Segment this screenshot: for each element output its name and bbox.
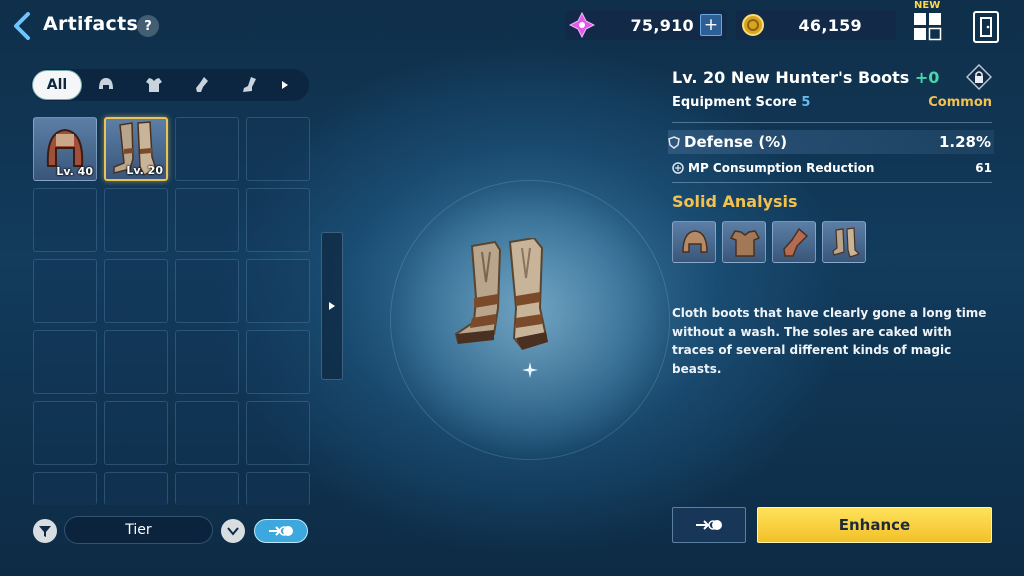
gem-amount: 75,910: [630, 15, 694, 35]
quick-enhance-button[interactable]: [672, 507, 746, 543]
inventory-empty-slot[interactable]: [246, 472, 310, 505]
panel-collapse-handle[interactable]: [321, 232, 343, 380]
inventory-empty-slot[interactable]: [33, 259, 97, 323]
filter-button[interactable]: [33, 519, 57, 543]
inventory-empty-slot[interactable]: [33, 188, 97, 252]
add-gems-button[interactable]: +: [700, 14, 722, 36]
inventory-item-slot[interactable]: Lv. 40: [33, 117, 97, 181]
sort-order-button[interactable]: [221, 519, 245, 543]
inventory-empty-slot[interactable]: [175, 259, 239, 323]
gold-coin-icon: [738, 10, 768, 40]
menu-grid-button[interactable]: [913, 12, 943, 42]
inventory-empty-slot[interactable]: [175, 401, 239, 465]
filter-gloves-tab[interactable]: [178, 70, 226, 100]
boots-illustration: [450, 236, 560, 354]
gloves-icon: [783, 227, 809, 257]
inventory-empty-slot[interactable]: [104, 188, 168, 252]
inventory-empty-slot[interactable]: [175, 188, 239, 252]
help-button[interactable]: ?: [137, 15, 159, 37]
inventory-item-slot[interactable]: Lv. 20: [104, 117, 168, 181]
inventory-empty-slot[interactable]: [104, 401, 168, 465]
filter-all-tab[interactable]: All: [32, 70, 82, 100]
inventory-empty-slot[interactable]: [33, 401, 97, 465]
mana-icon: [672, 162, 684, 174]
category-filter-bar: All: [31, 69, 309, 101]
chevron-down-icon: [227, 527, 239, 536]
arrow-coins-icon: [696, 520, 722, 530]
funnel-icon: [39, 526, 51, 537]
sub-stat-row: MP Consumption Reduction 61: [672, 158, 992, 178]
main-stat-row: Defense (%) 1.28%: [668, 130, 994, 154]
armor-icon: [729, 230, 761, 257]
filter-armor-tab[interactable]: [130, 70, 178, 100]
page-title: Artifacts: [43, 13, 139, 35]
analysis-gloves-slot[interactable]: [772, 221, 816, 263]
inventory-empty-slot[interactable]: [246, 188, 310, 252]
chevron-left-icon: [14, 12, 30, 40]
armor-icon: [146, 78, 162, 92]
gold-amount: 46,159: [798, 15, 862, 35]
item-title: Lv. 20 New Hunter's Boots +0: [672, 68, 939, 87]
equipment-score-label: Equipment Score: [672, 95, 797, 110]
exit-button[interactable]: [973, 11, 999, 43]
analysis-boots-slot[interactable]: [822, 221, 866, 263]
grid-icon: [914, 13, 942, 41]
divider: [672, 182, 992, 183]
inventory-empty-slot[interactable]: [246, 117, 310, 181]
main-stat-label: Defense (%): [684, 133, 788, 151]
item-description: Cloth boots that have clearly gone a lon…: [672, 306, 987, 376]
inventory-empty-slot[interactable]: [175, 472, 239, 505]
helmet-icon: [682, 230, 708, 253]
item-level: Lv. 20: [672, 68, 726, 87]
inventory-empty-slot[interactable]: [104, 330, 168, 394]
sparkle-icon: [522, 362, 538, 382]
boots-icon: [243, 77, 256, 92]
divider: [672, 122, 992, 123]
door-icon: [980, 17, 992, 37]
filter-helmet-tab[interactable]: [82, 70, 130, 100]
rarity-label: Common: [928, 95, 992, 110]
play-arrow-icon: [329, 302, 335, 310]
back-button[interactable]: [10, 11, 36, 41]
item-enhance-level: +0: [914, 68, 940, 87]
sort-tier-dropdown[interactable]: Tier: [64, 516, 213, 544]
filter-more-button[interactable]: [274, 80, 296, 90]
boots-icon: [832, 227, 861, 258]
analysis-armor-slot[interactable]: [722, 221, 766, 263]
helmet-icon: [99, 78, 113, 89]
inventory-empty-slot[interactable]: [104, 472, 168, 505]
inventory-empty-slot[interactable]: [33, 472, 97, 505]
play-arrow-icon: [282, 81, 288, 89]
quick-select-toggle[interactable]: [254, 519, 308, 543]
lock-button[interactable]: [965, 63, 993, 91]
analysis-helmet-slot[interactable]: [672, 221, 716, 263]
inventory-empty-slot[interactable]: [33, 330, 97, 394]
gem-currency: 75,910 +: [565, 10, 727, 40]
item-level-label: Lv. 40: [56, 165, 93, 178]
sub-stat-value: 61: [975, 161, 992, 175]
analysis-title: Solid Analysis: [672, 192, 798, 211]
inventory-empty-slot[interactable]: [246, 330, 310, 394]
inventory-empty-slot[interactable]: [175, 330, 239, 394]
gold-currency: 46,159: [736, 10, 896, 40]
item-name: New Hunter's Boots: [730, 68, 910, 87]
lock-icon: [965, 63, 993, 91]
gem-icon: [567, 10, 597, 40]
main-stat-value: 1.28%: [938, 133, 991, 151]
item-level-label: Lv. 20: [126, 164, 163, 177]
sub-stat-label: MP Consumption Reduction: [688, 161, 875, 175]
enhance-button[interactable]: Enhance: [757, 507, 992, 543]
equipment-score-value: 5: [801, 95, 811, 110]
filter-boots-tab[interactable]: [226, 70, 274, 100]
gloves-icon: [196, 77, 208, 92]
inventory-empty-slot[interactable]: [104, 259, 168, 323]
shield-icon: [668, 135, 680, 149]
new-badge: NEW: [914, 0, 941, 11]
inventory-empty-slot[interactable]: [175, 117, 239, 181]
equipment-score: Equipment Score 5: [672, 95, 810, 110]
arrow-coins-icon: [269, 526, 293, 536]
inventory-empty-slot[interactable]: [246, 259, 310, 323]
inventory-empty-slot[interactable]: [246, 401, 310, 465]
